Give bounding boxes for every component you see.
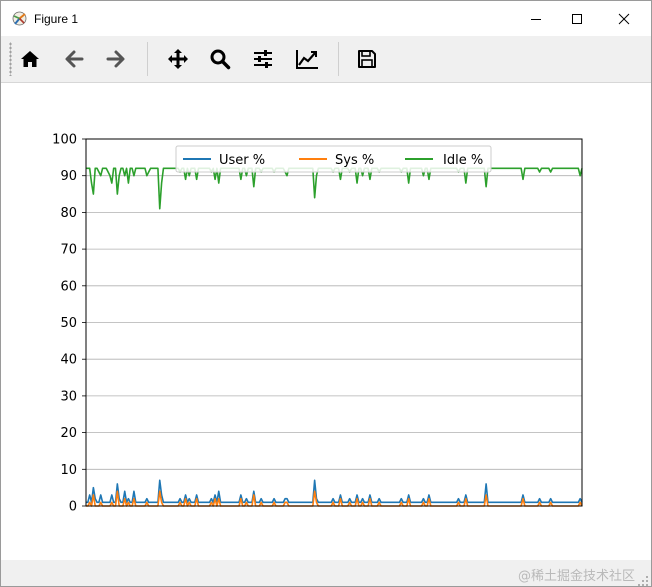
close-button[interactable] [601, 1, 647, 36]
y-tick-label: 0 [69, 500, 77, 515]
resize-grip-icon [638, 576, 648, 586]
y-tick-label: 10 [60, 463, 77, 478]
maximize-icon [572, 13, 582, 24]
toolbar-separator [338, 42, 339, 76]
size-grip[interactable] [637, 572, 649, 586]
title-bar[interactable]: Figure 1 [1, 1, 651, 36]
matplotlib-app-icon [12, 11, 27, 26]
y-tick-label: 30 [60, 389, 77, 404]
back-button[interactable] [56, 40, 92, 78]
figure-window: Figure 1 0 10 20 30 40 50 60 70 80 90 10… [0, 0, 652, 587]
watermark-text: @稀土掘金技术社区 [517, 569, 635, 584]
home-icon [21, 51, 39, 67]
legend-label-user: User % [219, 153, 265, 168]
legend: User % Sys % Idle % [175, 145, 492, 173]
minimize-icon [531, 18, 541, 20]
arrow-right-icon [106, 50, 125, 68]
home-button[interactable] [12, 40, 48, 78]
window-title: Figure 1 [34, 12, 79, 26]
move-icon [168, 49, 188, 69]
arrow-left-icon [65, 50, 84, 68]
series-line-idle [86, 167, 583, 210]
zoom-button[interactable] [202, 40, 238, 78]
y-tick-label: 20 [60, 426, 77, 441]
line-chart-icon [296, 50, 318, 69]
pan-button[interactable] [160, 40, 196, 78]
floppy-disk-icon [358, 50, 376, 68]
figure-canvas[interactable]: 0 10 20 30 40 50 60 70 80 90 100 User % Sys % Idle… [1, 83, 651, 560]
y-tick-label: 50 [60, 316, 77, 331]
y-tick-label: 70 [60, 243, 77, 258]
minimize-button[interactable] [513, 1, 559, 36]
toolbar-separator [147, 42, 148, 76]
close-icon [618, 13, 630, 24]
forward-button[interactable] [98, 40, 134, 78]
maximize-button[interactable] [554, 1, 600, 36]
save-button[interactable] [349, 40, 385, 78]
legend-label-idle: Idle % [443, 153, 483, 168]
navigation-toolbar [1, 36, 651, 83]
y-tick-label: 80 [60, 206, 77, 221]
legend-label-sys: Sys % [335, 153, 374, 168]
sliders-icon [254, 50, 272, 68]
y-tick-label: 90 [60, 169, 77, 184]
configure-subplots-button[interactable] [245, 40, 281, 78]
y-tick-label: 40 [60, 353, 77, 368]
line-plot: 0 10 20 30 40 50 60 70 80 90 100 User % Sys % Idle… [52, 133, 583, 515]
edit-axis-button[interactable] [289, 40, 325, 78]
status-bar: @稀土掘金技术社区 [1, 560, 651, 586]
y-tick-label: 60 [60, 279, 77, 294]
y-tick-label: 100 [52, 133, 77, 148]
magnifier-icon [210, 49, 231, 70]
series-line-sys [86, 490, 583, 507]
